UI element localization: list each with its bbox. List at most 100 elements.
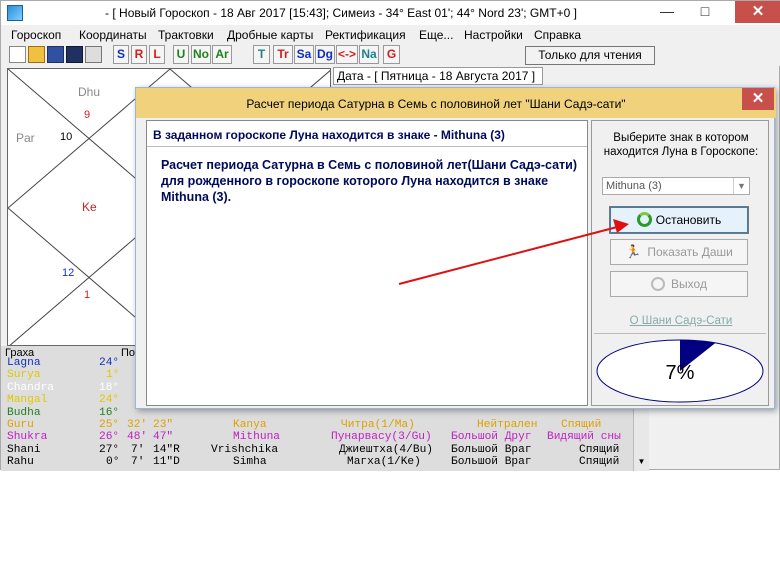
control-pane: Выберите знак в котором находится Луна в… bbox=[591, 120, 769, 406]
planet-nakshatra: Джиештха(4/Bu) bbox=[339, 443, 433, 456]
planet-seconds: 11"D bbox=[153, 456, 180, 469]
progress-text: 7% bbox=[666, 362, 695, 384]
planet-sign: Mithuna bbox=[233, 431, 280, 444]
planet-degree: 24° bbox=[99, 357, 120, 369]
toolbar-button-dg[interactable]: Dg bbox=[315, 45, 335, 64]
planet-minutes: 7' bbox=[131, 443, 145, 456]
planet-minutes: 48' bbox=[127, 431, 148, 444]
planet-degree: 24° bbox=[99, 394, 120, 407]
minimize-button[interactable]: — bbox=[653, 1, 681, 23]
moon-sign-select[interactable]: Mithuna (3) ▼ bbox=[602, 177, 750, 195]
planet-status: Большой Друг bbox=[451, 431, 532, 444]
main-window: - [ Новый Гороскоп - 18 Авг 2017 [15:43]… bbox=[0, 0, 780, 471]
toolbar-button-l[interactable]: L bbox=[149, 45, 165, 64]
planet-name: Rahu bbox=[7, 456, 34, 469]
toolbar-button-na[interactable]: Na bbox=[359, 45, 379, 64]
result-pane: В заданном гороскопе Луна находится в зн… bbox=[146, 120, 588, 406]
dialog-title-bar: Расчет периода Сатурна в Семь с половино… bbox=[136, 88, 776, 118]
sade-sati-dialog: Расчет периода Сатурна в Семь с половино… bbox=[135, 87, 776, 409]
planet-name: Chandra bbox=[7, 381, 54, 394]
chart-label-house-1: 1 bbox=[84, 289, 91, 301]
toolbar-button-swap[interactable]: <-> bbox=[336, 45, 358, 64]
planet-status: Большой Враг bbox=[451, 456, 532, 469]
planet-minutes: 32' bbox=[127, 419, 148, 431]
readonly-button[interactable]: Только для чтения bbox=[525, 46, 655, 65]
chart-label-house-9: 9 bbox=[84, 109, 91, 121]
table-row[interactable]: Shani 27° 7' 14"R Vrishchika Джиештха(4/… bbox=[1, 444, 633, 456]
dialog-title: Расчет периода Сатурна в Семь с половино… bbox=[246, 97, 626, 111]
chevron-down-icon[interactable]: ▼ bbox=[733, 178, 749, 194]
toolbar-button-tr[interactable]: Tr bbox=[273, 45, 293, 64]
toolbar-button-r[interactable]: R bbox=[131, 45, 147, 64]
close-button[interactable]: ✕ bbox=[735, 1, 780, 23]
planet-name: Guru bbox=[7, 419, 34, 431]
menu-horoscope[interactable]: Гороскоп bbox=[11, 28, 61, 42]
toolbar-button-s[interactable]: S bbox=[113, 45, 129, 64]
new-file-icon[interactable] bbox=[9, 46, 26, 63]
planet-sign: Simha bbox=[233, 456, 267, 469]
exit-button[interactable]: Выход bbox=[610, 271, 748, 297]
print-icon[interactable] bbox=[85, 46, 102, 63]
planet-name: Surya bbox=[7, 369, 41, 382]
planet-minutes: 7' bbox=[131, 456, 145, 469]
about-sade-sati-link[interactable]: О Шани Садэ-Сати bbox=[592, 315, 770, 327]
dialog-close-button[interactable]: ✕ bbox=[742, 88, 774, 110]
chart-label-par: Par bbox=[16, 131, 35, 145]
planet-name: Shukra bbox=[7, 431, 48, 444]
menu-interpretations[interactable]: Трактовки bbox=[158, 28, 214, 42]
calculation-description: Расчет периода Сатурна в Семь с половино… bbox=[161, 158, 578, 204]
stop-sign-icon bbox=[651, 277, 666, 291]
title-bar: - [ Новый Гороскоп - 18 Авг 2017 [15:43]… bbox=[1, 1, 780, 25]
toolbar-button-u[interactable]: U bbox=[173, 45, 189, 64]
table-row[interactable]: Rahu 0° 7' 11"D Simha Магха(1/Ke) Большо… bbox=[1, 456, 633, 468]
planet-state: Спящий bbox=[579, 456, 620, 469]
chart-label-ke: Ke bbox=[82, 200, 97, 214]
show-dasha-button[interactable]: 🏃 Показать Даши bbox=[610, 239, 748, 265]
save-as-icon[interactable] bbox=[66, 46, 83, 63]
scroll-down-icon[interactable]: ▼ bbox=[636, 457, 647, 469]
planet-name: Mangal bbox=[7, 394, 48, 407]
maximize-button[interactable]: □ bbox=[691, 1, 719, 23]
menu-help[interactable]: Справка bbox=[534, 28, 581, 42]
toolbar-button-t[interactable]: T bbox=[253, 45, 270, 64]
planet-nakshatra: Магха(1/Ke) bbox=[347, 456, 421, 469]
planet-seconds: 14"R bbox=[153, 443, 180, 456]
stop-button-label: Остановить bbox=[655, 213, 722, 227]
planet-state: Видящий сны bbox=[547, 431, 621, 444]
moon-sign-header: В заданном гороскопе Луна находится в зн… bbox=[147, 121, 587, 147]
menu-coordinates[interactable]: Координаты bbox=[79, 28, 147, 42]
planet-degree: 18° bbox=[99, 381, 120, 394]
planet-name: Budha bbox=[7, 406, 41, 419]
planet-status: Большой Враг bbox=[451, 443, 532, 456]
open-folder-icon[interactable] bbox=[28, 46, 45, 63]
menu-bar: Гороскоп Координаты Трактовки Дробные ка… bbox=[1, 25, 780, 44]
planet-status: Нейтрален bbox=[477, 419, 538, 431]
planet-degree: 26° bbox=[99, 431, 120, 444]
planet-seconds: 23" bbox=[153, 419, 174, 431]
planet-degree: 16° bbox=[99, 406, 120, 419]
planet-degree: 0° bbox=[106, 456, 120, 469]
menu-divisional-charts[interactable]: Дробные карты bbox=[227, 28, 313, 42]
table-row[interactable]: Guru 25° 32' 23" Kanya Читра(1/Ma) Нейтр… bbox=[1, 419, 633, 431]
table-row[interactable]: Shukra 26° 48' 47" Mithuna Пунарвасу(3/G… bbox=[1, 431, 633, 443]
moon-sign-value: Mithuna (3) bbox=[606, 180, 662, 192]
chart-label-house-10: 10 bbox=[60, 131, 73, 143]
moon-sign-prompt: Выберите знак в котором находится Луна в… bbox=[603, 132, 759, 158]
menu-settings[interactable]: Настройки bbox=[464, 28, 523, 42]
planet-name: Shani bbox=[7, 443, 41, 456]
planet-degree: 1° bbox=[106, 369, 120, 382]
save-icon[interactable] bbox=[47, 46, 64, 63]
menu-more[interactable]: Еще... bbox=[419, 28, 453, 42]
progress-pie: 7% bbox=[596, 339, 764, 403]
toolbar-button-g[interactable]: G bbox=[383, 45, 400, 64]
stop-button[interactable]: Остановить bbox=[609, 206, 749, 234]
menu-rectification[interactable]: Ректификация bbox=[325, 28, 406, 42]
planet-seconds: 47" bbox=[153, 431, 174, 444]
runner-icon: 🏃 bbox=[625, 244, 642, 259]
dialog-body: В заданном гороскопе Луна находится в зн… bbox=[143, 118, 769, 406]
toolbar-button-no[interactable]: No bbox=[191, 45, 211, 64]
exit-button-label: Выход bbox=[671, 277, 707, 291]
chart-label-dhu: Dhu bbox=[78, 85, 101, 99]
toolbar-button-ar[interactable]: Ar bbox=[212, 45, 232, 64]
toolbar-button-sa[interactable]: Sa bbox=[294, 45, 314, 64]
